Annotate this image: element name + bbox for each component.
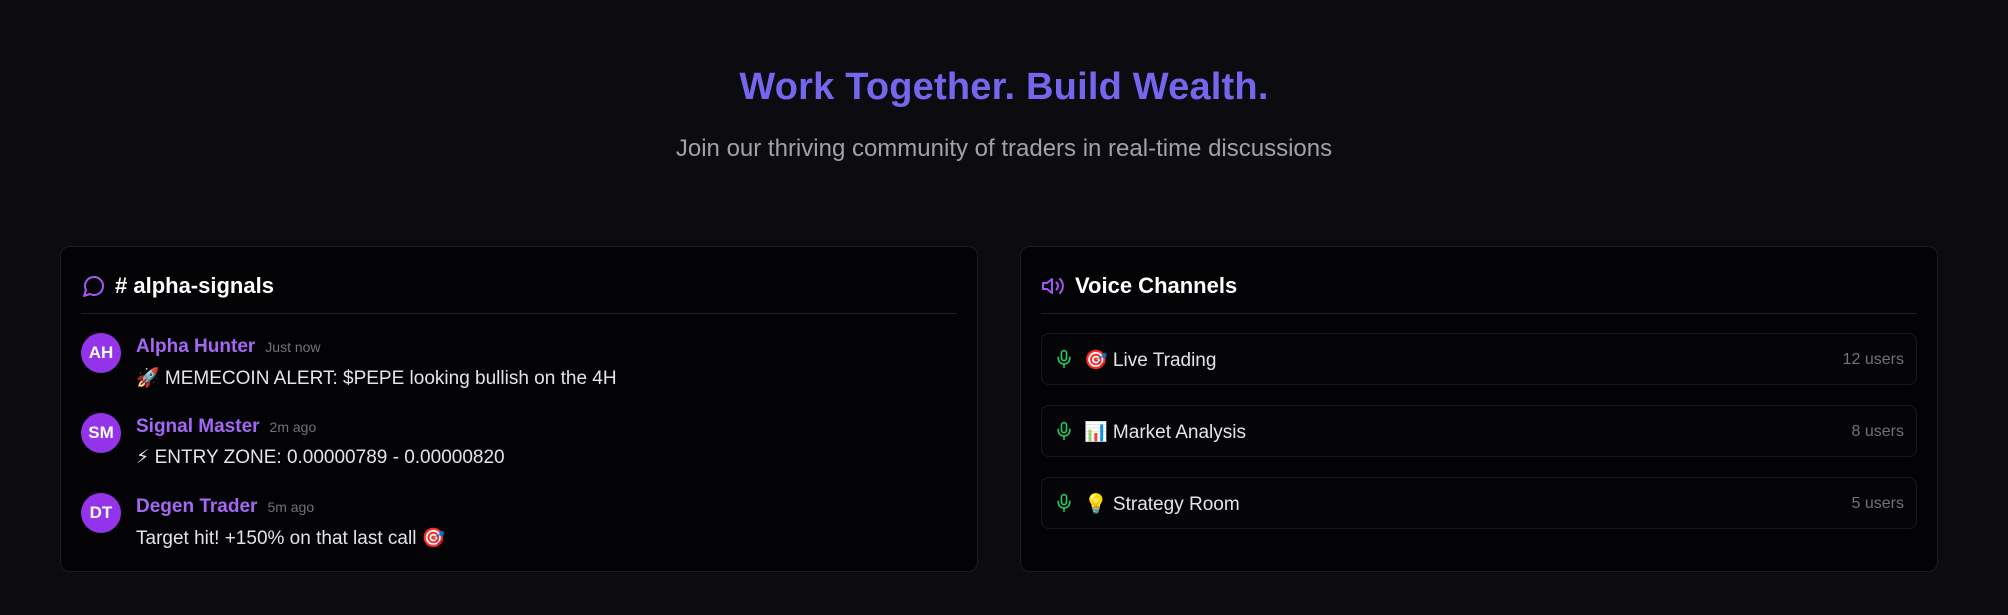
message-text: 🚀 MEMECOIN ALERT: $PEPE looking bullish … — [136, 368, 617, 389]
section-title: Work Together. Build Wealth. — [739, 66, 1269, 108]
channel-user-count: 5 users — [1851, 495, 1904, 512]
message-author[interactable]: Degen Trader — [136, 496, 257, 518]
voice-channel-market-analysis[interactable]: 📊 Market Analysis 8 users — [1041, 405, 1917, 457]
community-section: Work Together. Build Wealth. Join our th… — [0, 0, 2008, 615]
channel-user-count: 8 users — [1851, 423, 1904, 440]
message-author[interactable]: Alpha Hunter — [136, 336, 255, 358]
message-timestamp: Just now — [265, 339, 321, 355]
channel-name: 📊 Market Analysis — [1084, 422, 1246, 443]
voice-channel-live-trading[interactable]: 🎯 Live Trading 12 users — [1041, 333, 1917, 385]
message-circle-icon — [81, 273, 107, 299]
chat-message: SM Signal Master 2m ago ⚡ ENTRY ZONE: 0.… — [81, 413, 957, 475]
chat-message: DT Degen Trader 5m ago Target hit! +150%… — [81, 493, 957, 555]
message-timestamp: 5m ago — [267, 499, 315, 515]
section-subtitle: Join our thriving community of traders i… — [675, 135, 1333, 162]
avatar: DT — [81, 493, 121, 533]
voice-channels-card: Voice Channels 🎯 Live Trading 12 users 📊… — [1020, 246, 1938, 572]
chat-header: # alpha-signals — [81, 273, 957, 314]
microphone-icon — [1054, 348, 1074, 370]
voice-header: Voice Channels — [1041, 273, 1917, 314]
message-text: ⚡ ENTRY ZONE: 0.00000789 - 0.00000820 — [136, 447, 505, 468]
avatar: SM — [81, 413, 121, 453]
message-timestamp: 2m ago — [269, 419, 317, 435]
chat-preview-card: # alpha-signals AH Alpha Hunter Just now… — [60, 246, 978, 572]
speaker-icon — [1041, 273, 1067, 299]
message-text: Target hit! +150% on that last call 🎯 — [136, 528, 446, 549]
voice-channel-strategy-room[interactable]: 💡 Strategy Room 5 users — [1041, 477, 1917, 529]
channel-name: 🎯 Live Trading — [1084, 350, 1217, 371]
chat-message: AH Alpha Hunter Just now 🚀 MEMECOIN ALER… — [81, 333, 957, 395]
channel-user-count: 12 users — [1842, 351, 1904, 368]
microphone-icon — [1054, 420, 1074, 442]
voice-title: Voice Channels — [1075, 273, 1238, 298]
avatar: AH — [81, 333, 121, 373]
channel-name: 💡 Strategy Room — [1084, 494, 1240, 515]
channel-title: # alpha-signals — [115, 273, 274, 298]
microphone-icon — [1054, 492, 1074, 514]
message-author[interactable]: Signal Master — [136, 416, 260, 438]
